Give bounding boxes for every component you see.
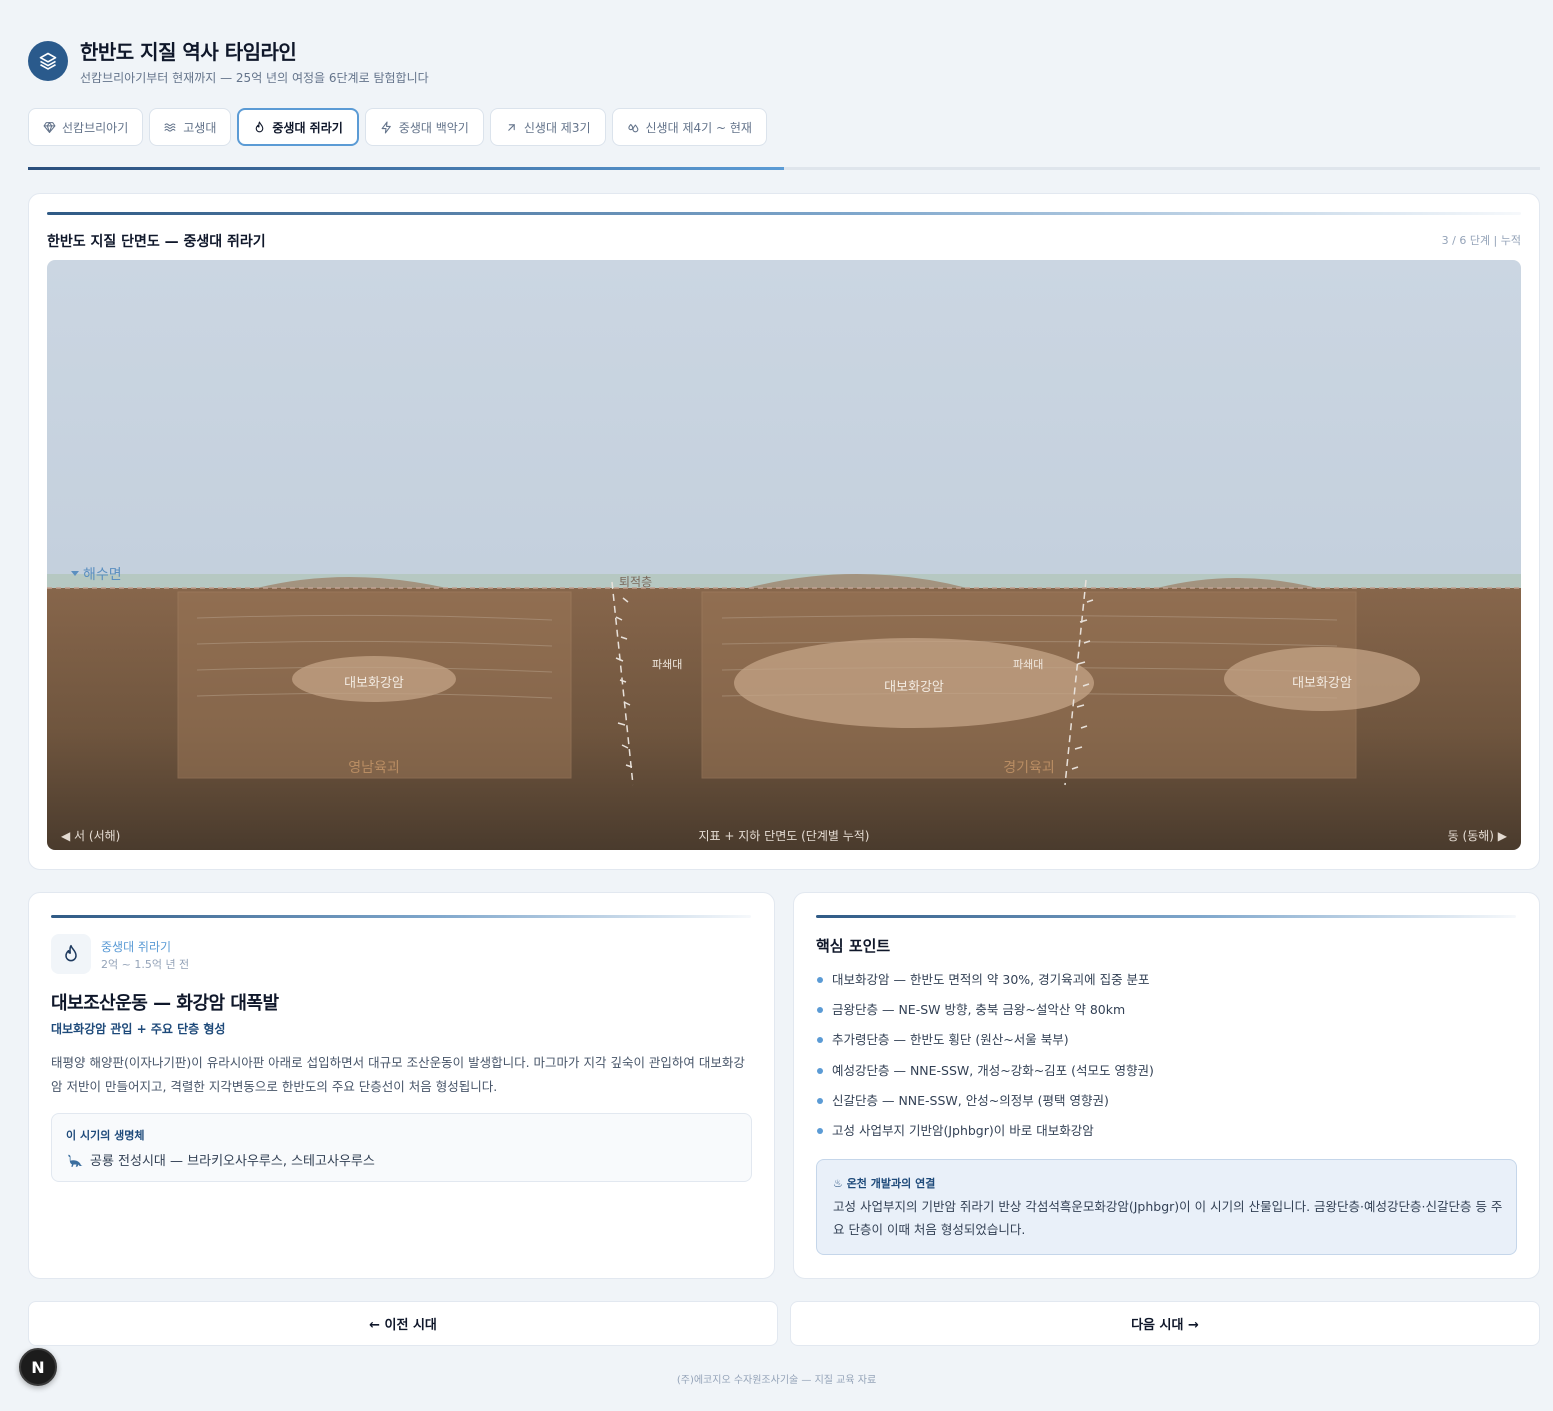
life-forms-label: 이 시기의 생명체 (66, 1129, 145, 1142)
yeongnam-massif-label: 영남육괴 (348, 760, 400, 776)
granite-label-right: 대보화강암 (1292, 676, 1352, 691)
cross-section-caption: 지표 + 지하 단면도 (단계별 누적) (699, 829, 870, 843)
life-forms-description: 공룡 전성시대 — 브라키오사우루스, 스테고사우루스 (90, 1154, 375, 1169)
tab-label: 선캄브리아기 (62, 120, 129, 135)
gem-icon (43, 121, 56, 133)
list-item: 추가령단층 — 한반도 횡단 (원산~서울 북부) (816, 1029, 1154, 1059)
tab-jurassic[interactable]: 중생대 쥐라기 (237, 108, 359, 146)
card-accent (47, 212, 1521, 215)
key-points-list: 대보화강암 — 한반도 면적의 약 30%, 경기육괴에 집중 분포 금왕단층 … (816, 969, 1154, 1150)
gyeonggi-massif-label: 경기육괴 (1003, 760, 1055, 776)
tab-label: 중생대 백악기 (398, 120, 469, 135)
era-name: 중생대 쥐라기 (101, 940, 172, 954)
list-item: 고성 사업부지 기반암(Jphbgr)이 바로 대보화강암 (816, 1120, 1154, 1150)
list-item: 대보화강암 — 한반도 면적의 약 30%, 경기육괴에 집중 분포 (816, 969, 1154, 999)
event-subtitle: 대보화강암 관입 + 주요 단층 형성 (51, 1022, 226, 1036)
cross-section-svg: 해수면 퇴적층 대보화강암 대보화강암 대보화강암 파쇄대 파쇄대 영남육괴 경… (47, 260, 1521, 850)
dinosaur-icon (68, 1154, 83, 1167)
era-time-range: 2억 ~ 1.5억 년 전 (101, 958, 190, 971)
era-progress-fill (28, 167, 784, 170)
connection-text: 고성 사업부지의 기반암 쥐라기 반상 각섬석흑운모화강암(Jphbgr)이 이… (833, 1199, 1503, 1237)
tab-label: 신생대 제4기 ~ 현재 (645, 120, 752, 135)
tab-label: 신생대 제3기 (523, 120, 591, 135)
page-subtitle: 선캄브리아기부터 현재까지 — 25억 년의 여정을 6단계로 탐험합니다 (80, 71, 429, 85)
page-header: 한반도 지질 역사 타임라인 선캄브리아기부터 현재까지 — 25억 년의 여정… (28, 36, 429, 86)
page-title: 한반도 지질 역사 타임라인 (80, 40, 297, 64)
tab-label: 고생대 (183, 120, 217, 135)
era-detail-card: 중생대 쥐라기 2억 ~ 1.5억 년 전 대보조산운동 — 화강암 대폭발 대… (28, 892, 775, 1279)
era-tabs: 선캄브리아기 고생대 중생대 쥐라기 중생대 백악기 신생대 제3기 신생대 제… (28, 108, 767, 146)
flame-icon (51, 934, 91, 974)
list-item: 예성강단층 — NNE-SSW, 개성~강화~김포 (석모도 영향권) (816, 1060, 1154, 1090)
event-description: 태평양 해양판(이자나기판)이 유라시아판 아래로 섭입하면서 대규모 조산운동… (51, 1055, 745, 1094)
cross-section-card: 한반도 지질 단면도 — 중생대 쥐라기 3 / 6 단계 | 누적 해수면 퇴… (28, 193, 1540, 870)
tab-tertiary[interactable]: 신생대 제3기 (489, 108, 606, 146)
era-progress-bar (28, 167, 1540, 170)
life-forms-box: 이 시기의 생명체 공룡 전성시대 — 브라키오사우루스, 스테고사우루스 (51, 1113, 752, 1182)
flame-icon (256, 121, 264, 132)
droplets-icon (627, 123, 638, 132)
tab-paleozoic[interactable]: 고생대 (149, 108, 232, 146)
key-points-title: 핵심 포인트 (816, 937, 891, 955)
card-accent (816, 915, 1516, 918)
arrow-up-right-icon (508, 123, 515, 131)
tab-quaternary[interactable]: 신생대 제4기 ~ 현재 (611, 108, 767, 146)
waves-icon (164, 122, 176, 132)
granite-label-left: 대보화강암 (344, 676, 404, 691)
list-item: 신갈단층 — NNE-SSW, 안성~의정부 (평택 영향권) (816, 1090, 1154, 1120)
tab-precambrian[interactable]: 선캄브리아기 (28, 108, 144, 146)
stage-indicator: 3 / 6 단계 | 누적 (1441, 234, 1521, 247)
layers-icon (28, 41, 68, 81)
event-title: 대보조산운동 — 화강암 대폭발 (51, 993, 279, 1014)
hot-spring-connection-box: ♨ 온천 개발과의 연결 고성 사업부지의 기반암 쥐라기 반상 각섬석흑운모화… (816, 1159, 1517, 1255)
life-forms-text: 공룡 전성시대 — 브라키오사우루스, 스테고사우루스 (66, 1150, 375, 1169)
west-direction-label: ◀ 서 (서해) (61, 829, 120, 843)
key-points-card: 핵심 포인트 대보화강암 — 한반도 면적의 약 30%, 경기육괴에 집중 분… (793, 892, 1540, 1279)
tab-label: 중생대 쥐라기 (272, 120, 343, 135)
next-era-button[interactable]: 다음 시대 → (790, 1301, 1540, 1346)
connection-label: ♨ 온천 개발과의 연결 (833, 1177, 936, 1190)
geologic-cross-section: 해수면 퇴적층 대보화강암 대보화강암 대보화강암 파쇄대 파쇄대 영남육괴 경… (47, 260, 1521, 850)
footer-text: (주)에코지오 수자원조사기술 — 지질 교육 자료 (676, 1375, 877, 1386)
fault-zone-label-west: 파쇄대 (652, 658, 682, 671)
fault-zone-label-east: 파쇄대 (1013, 658, 1043, 671)
prev-era-button[interactable]: ← 이전 시대 (28, 1301, 778, 1346)
east-direction-label: 동 (동해) ▶ (1448, 829, 1508, 843)
tab-cretaceous[interactable]: 중생대 백악기 (364, 108, 484, 146)
cross-section-title: 한반도 지질 단면도 — 중생대 쥐라기 (47, 234, 266, 250)
zap-icon (381, 121, 391, 133)
granite-label-center: 대보화강암 (884, 680, 944, 695)
dev-tools-button[interactable]: N (19, 1348, 57, 1386)
sediment-label: 퇴적층 (619, 575, 652, 589)
sky (47, 260, 1521, 576)
card-accent (51, 915, 751, 918)
sea-level-label: 해수면 (83, 567, 122, 583)
list-item: 금왕단층 — NE-SW 방향, 충북 금왕~설악산 약 80km (816, 999, 1154, 1029)
